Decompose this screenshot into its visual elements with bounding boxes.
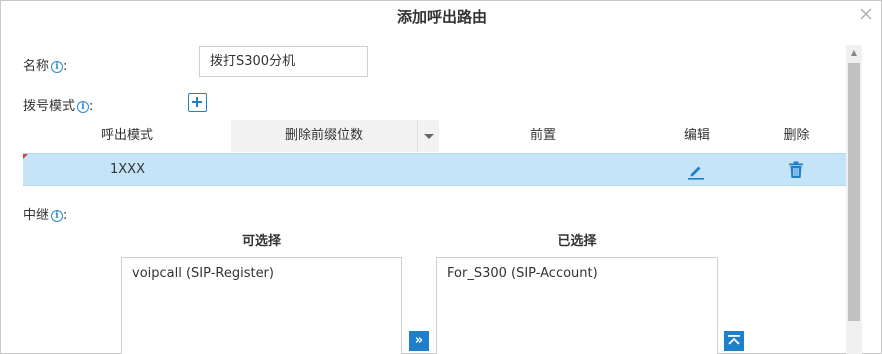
available-title: 可选择 xyxy=(241,234,281,249)
selected-title: 已选择 xyxy=(557,234,597,249)
scroll-up-arrow-icon[interactable]: ▲ xyxy=(846,45,862,61)
name-label-text: 名称 xyxy=(23,59,50,74)
add-pattern-button[interactable] xyxy=(188,93,207,112)
dial-pattern-label-colon: : xyxy=(89,99,94,114)
trunk-label-text: 中继 xyxy=(23,208,50,223)
col-header-prepend[interactable]: 前置 xyxy=(439,120,647,152)
pencil-icon[interactable] xyxy=(687,162,705,180)
info-icon[interactable]: i xyxy=(51,61,64,73)
name-label: 名称 i: xyxy=(23,55,67,74)
col-header-pattern[interactable]: 呼出模式 xyxy=(23,120,231,152)
col-header-edit: 编辑 xyxy=(683,128,710,143)
vertical-scrollbar[interactable]: ▲ xyxy=(846,45,862,354)
scrollbar-thumb[interactable] xyxy=(848,63,860,321)
dial-pattern-label: 拨号模式 i: xyxy=(23,95,93,114)
info-icon[interactable]: i xyxy=(77,101,90,113)
list-item[interactable]: voipcall (SIP-Register) xyxy=(132,266,391,281)
selected-trunk-list[interactable]: For_S300 (SIP-Account) xyxy=(436,257,718,354)
move-to-top-icon[interactable] xyxy=(724,331,744,351)
name-label-colon: : xyxy=(63,59,68,74)
info-icon[interactable]: i xyxy=(51,210,64,222)
trunk-label: 中继 i: xyxy=(23,204,67,223)
col-header-strip[interactable]: 删除前缀位数 xyxy=(231,120,417,152)
dialog-title: 添加呼出路由 xyxy=(396,8,487,26)
list-item[interactable]: For_S300 (SIP-Account) xyxy=(447,266,707,281)
trunk-label-colon: : xyxy=(63,208,68,223)
double-chevron-right-icon[interactable]: » xyxy=(409,331,429,351)
name-input[interactable]: 拨打S300分机 xyxy=(199,46,368,77)
available-trunk-list[interactable]: voipcall (SIP-Register) xyxy=(121,257,402,354)
col-header-delete: 删除 xyxy=(783,128,810,143)
sort-dropdown-icon[interactable] xyxy=(417,120,439,152)
row-dirty-flag xyxy=(23,154,28,159)
close-icon[interactable] xyxy=(859,7,873,21)
table-row[interactable]: 1XXX xyxy=(23,153,846,186)
add-outbound-route-dialog: 添加呼出路由 ▲ 名称 i: 拨打S300分机 拨号模式 i: 呼出模式 删除前缀位… xyxy=(0,0,882,354)
dial-pattern-label-text: 拨号模式 xyxy=(23,99,76,114)
trash-icon[interactable] xyxy=(788,161,804,179)
cell-pattern: 1XXX xyxy=(110,162,145,177)
